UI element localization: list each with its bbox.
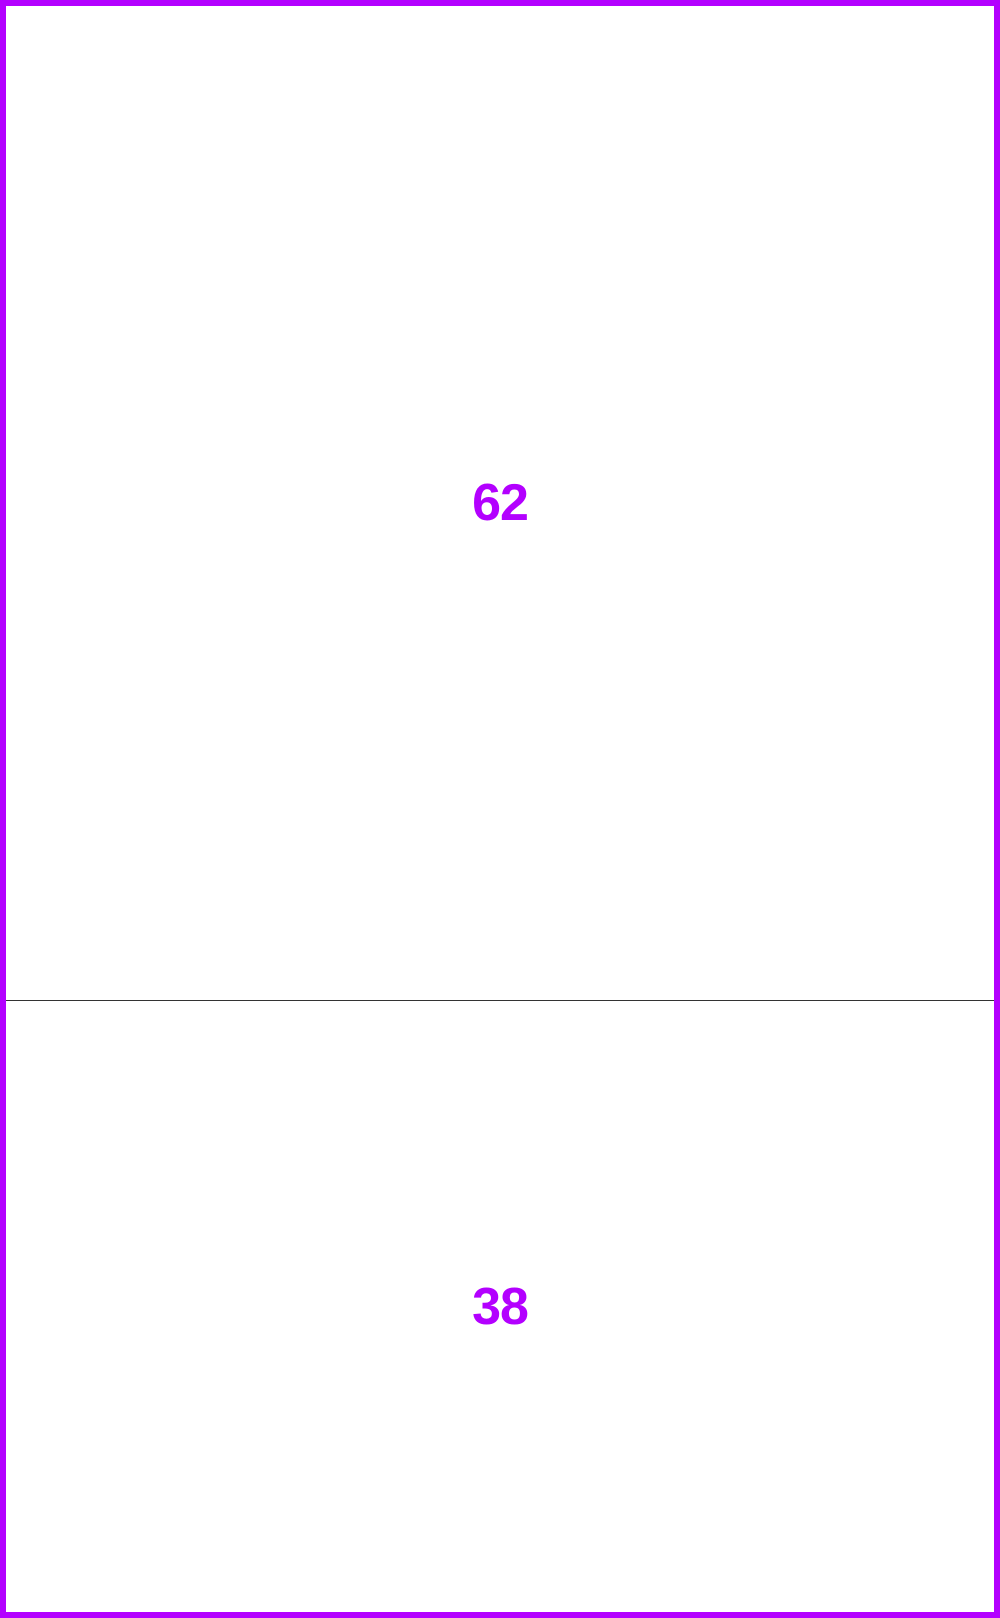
bottom-section-value: 38 bbox=[472, 1277, 529, 1336]
outer-frame: 62 38 bbox=[0, 0, 1000, 1618]
top-section: 62 bbox=[6, 6, 994, 1000]
top-section-value: 62 bbox=[472, 474, 529, 532]
bottom-section: 38 bbox=[6, 1001, 994, 1612]
